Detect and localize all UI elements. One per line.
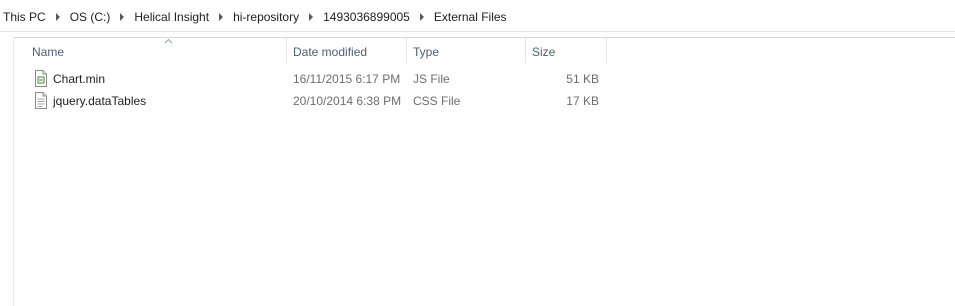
navigation-pane[interactable] — [0, 37, 14, 306]
file-type: CSS File — [413, 94, 461, 108]
breadcrumb-item-os-c[interactable]: OS (C:) — [70, 10, 111, 24]
file-size: 17 KB — [566, 94, 599, 108]
column-label-size: Size — [532, 45, 556, 59]
breadcrumb-item-hi-repository[interactable]: hi-repository — [233, 10, 299, 24]
file-size: 51 KB — [566, 72, 599, 86]
address-bar[interactable]: This PC OS (C:) Helical Insight hi-repos… — [0, 0, 955, 32]
js-file-icon — [35, 70, 47, 87]
file-row[interactable]: Chart.min 16/11/2015 6:17 PM JS File 51 … — [14, 69, 614, 89]
breadcrumb-item-this-pc[interactable]: This PC — [3, 10, 46, 24]
breadcrumb-item-repo-id[interactable]: 1493036899005 — [323, 10, 410, 24]
sort-ascending-icon — [164, 38, 173, 44]
file-date-modified: 16/11/2015 6:17 PM — [293, 72, 401, 86]
chevron-right-icon[interactable] — [419, 13, 424, 21]
file-name: jquery.dataTables — [53, 94, 147, 108]
column-header-name[interactable]: Name — [26, 38, 287, 63]
column-header: Name Date modified Type Size — [14, 37, 955, 63]
breadcrumb-item-external-files[interactable]: External Files — [434, 10, 507, 24]
chevron-right-icon[interactable] — [55, 13, 60, 21]
file-name: Chart.min — [53, 72, 106, 86]
file-date-modified: 20/10/2014 6:38 PM — [293, 94, 402, 108]
column-label-type: Type — [413, 45, 440, 59]
column-header-size[interactable]: Size — [526, 38, 607, 63]
chevron-right-icon[interactable] — [309, 13, 314, 21]
column-header-date-modified[interactable]: Date modified — [287, 38, 407, 63]
file-type: JS File — [413, 72, 450, 86]
breadcrumb: This PC OS (C:) Helical Insight hi-repos… — [3, 9, 507, 25]
column-label-date-modified: Date modified — [293, 45, 368, 59]
column-label-name: Name — [32, 45, 65, 59]
breadcrumb-item-helical-insight[interactable]: Helical Insight — [134, 10, 209, 24]
column-header-type[interactable]: Type — [407, 38, 526, 63]
chevron-right-icon[interactable] — [219, 13, 224, 21]
css-file-icon — [35, 92, 47, 109]
chevron-right-icon[interactable] — [120, 13, 125, 21]
file-row[interactable]: jquery.dataTables 20/10/2014 6:38 PM CSS… — [14, 91, 614, 111]
